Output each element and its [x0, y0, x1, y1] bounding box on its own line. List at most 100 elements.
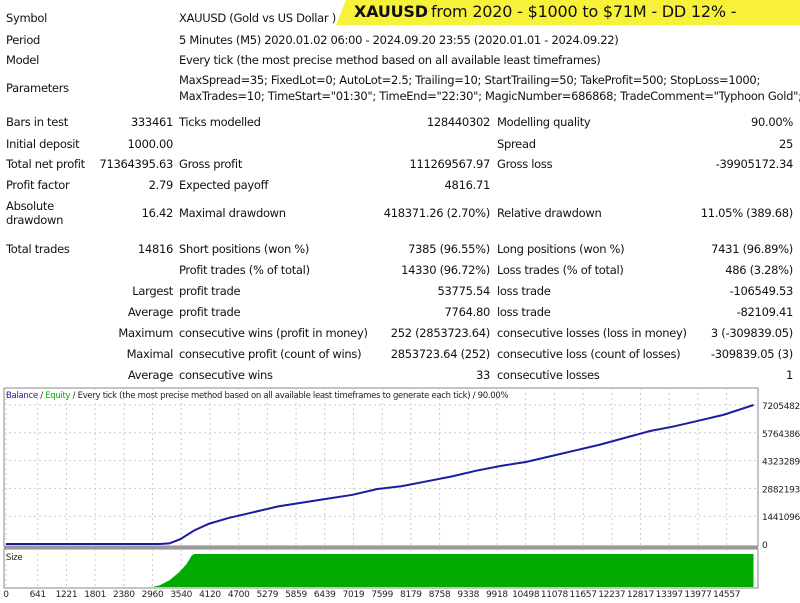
- chart-legend: Balance / Equity / Every tick (the most …: [6, 391, 508, 401]
- legend-balance: Balance: [6, 391, 38, 401]
- stat-value: Maximal: [126, 347, 174, 361]
- stat-value: 252 (2853723.64): [390, 326, 491, 340]
- x-tick-label: 8179: [400, 590, 422, 600]
- x-tick-label: 1221: [56, 590, 78, 600]
- y-tick-label: 0: [762, 541, 768, 551]
- stat-label: consecutive losses (loss in money): [497, 326, 687, 340]
- stat-value: 16.42: [141, 206, 174, 220]
- stat-value: 4816.71: [444, 178, 491, 192]
- stat-label: profit trade: [179, 284, 241, 298]
- legend-description: / Every tick (the most precise method ba…: [70, 391, 508, 401]
- size-label: Size: [6, 553, 22, 563]
- x-tick-label: 12237: [598, 590, 625, 600]
- stat-label: consecutive wins: [179, 368, 273, 382]
- parameters-line1: MaxSpread=35; FixedLot=0; AutoLot=2.5; T…: [179, 73, 761, 87]
- stat-label: loss trade: [497, 305, 551, 319]
- chart-svg: 0 641 1221 1801 2380 2960 3540 4120 4700 5279 5859…: [3, 387, 800, 600]
- x-tick-label: 2380: [113, 590, 135, 600]
- stat-value: 11.05% (389.68): [700, 206, 794, 220]
- stat-value: -82109.41: [736, 305, 794, 319]
- x-tick-label: 9338: [457, 590, 479, 600]
- stat-value: 53775.54: [437, 284, 491, 298]
- symbol-value: XAUUSD (Gold vs US Dollar ): [179, 11, 336, 25]
- stat-label: Loss trades (% of total): [497, 263, 624, 277]
- stat-value: 2.79: [148, 178, 174, 192]
- stat-label: profit trade: [179, 305, 241, 319]
- x-tick-label: 9918: [486, 590, 508, 600]
- stat-value: 71364395.63: [99, 157, 173, 171]
- x-tick-label: 1801: [84, 590, 106, 600]
- stat-label: Modelling quality: [497, 115, 591, 129]
- stat-value: 7764.80: [444, 305, 491, 319]
- stat-label: Total net profit: [6, 157, 85, 171]
- plot-divider: [4, 546, 758, 549]
- x-tick-label: 11078: [541, 590, 569, 600]
- legend-equity: Equity: [45, 391, 70, 401]
- x-tick-label: 11657: [570, 590, 597, 600]
- stat-value: -309839.05 (3): [710, 347, 793, 361]
- stat-label: Initial deposit: [6, 137, 80, 151]
- stat-value: 333461: [130, 115, 173, 129]
- x-tick-label: 13977: [684, 590, 711, 600]
- stat-label: Relative drawdown: [497, 206, 602, 220]
- x-tick-label: 3540: [170, 590, 192, 600]
- stat-label: loss trade: [497, 284, 551, 298]
- balance-chart: 0 641 1221 1801 2380 2960 3540 4120 4700 5279 5859…: [0, 386, 800, 600]
- x-tick-label: 7019: [343, 590, 365, 600]
- stat-value: 33: [475, 368, 490, 382]
- y-tick-label: 28821930: [762, 485, 800, 495]
- x-tick-label: 641: [30, 590, 46, 600]
- stat-value: 418371.26 (2.70%): [383, 206, 491, 220]
- x-tick-label: 12817: [627, 590, 654, 600]
- parameters-label: Parameters: [6, 81, 69, 95]
- stat-value: 14330 (96.72%): [401, 263, 490, 277]
- y-tick-label: 72054826: [762, 402, 800, 412]
- x-tick-label: 5859: [285, 590, 307, 600]
- stat-value: 14816: [137, 242, 173, 256]
- stat-label: Gross profit: [179, 157, 243, 171]
- banner-symbol: XAUUSD: [354, 2, 428, 21]
- stat-value: 25: [778, 137, 793, 151]
- model-label: Model: [6, 53, 40, 67]
- x-tick-label: 8758: [429, 590, 451, 600]
- period-value: 5 Minutes (M5) 2020.01.02 06:00 - 2024.0…: [179, 33, 619, 47]
- x-tick-label: 13397: [656, 590, 683, 600]
- stat-label: consecutive loss (count of losses): [497, 347, 681, 361]
- x-tick-label: 0: [3, 590, 9, 600]
- stat-label: Expected payoff: [179, 178, 269, 192]
- stat-label: Spread: [497, 137, 536, 151]
- stat-value: 3 (-309839.05): [710, 326, 793, 340]
- period-label: Period: [6, 33, 41, 47]
- model-value: Every tick (the most precise method base…: [179, 53, 601, 67]
- stat-label: Gross loss: [497, 157, 553, 171]
- stat-label: Absolute drawdown: [6, 199, 64, 227]
- y-tick-label: 14410965: [762, 513, 800, 523]
- stat-label: Maximal drawdown: [179, 206, 286, 220]
- stat-label: Profit factor: [6, 178, 70, 192]
- main-plot-frame: [3, 387, 759, 547]
- stat-value: Average: [127, 305, 173, 319]
- parameters-line2: MaxTrades=10; TimeStart="01:30"; TimeEnd…: [179, 89, 800, 103]
- stat-value: -39905172.34: [715, 157, 794, 171]
- stat-label: Profit trades (% of total): [179, 263, 310, 277]
- x-tick-label: 6439: [314, 590, 336, 600]
- stat-label: Bars in test: [6, 115, 68, 129]
- y-tick-label: 57643861: [762, 430, 800, 440]
- x-tick-label: 4120: [199, 590, 221, 600]
- x-tick-label: 7599: [371, 590, 393, 600]
- stat-label: consecutive losses: [497, 368, 600, 382]
- stat-value: 1000.00: [127, 137, 174, 151]
- stat-value: 90.00%: [750, 115, 793, 129]
- y-tick-label: 43232896: [762, 458, 800, 468]
- x-tick-label: 5279: [256, 590, 278, 600]
- stat-label: Short positions (won %): [179, 242, 310, 256]
- stat-value: 128440302: [426, 115, 490, 129]
- stat-label: Long positions (won %): [497, 242, 625, 256]
- x-tick-label: 14557: [713, 590, 740, 600]
- legend-separator: /: [38, 391, 45, 401]
- x-tick-label: 2960: [142, 590, 164, 600]
- stat-value: Maximum: [118, 326, 173, 340]
- x-tick-label: 10498: [512, 590, 540, 600]
- stat-value: 7385 (96.55%): [408, 242, 490, 256]
- stat-label: consecutive wins (profit in money): [179, 326, 368, 340]
